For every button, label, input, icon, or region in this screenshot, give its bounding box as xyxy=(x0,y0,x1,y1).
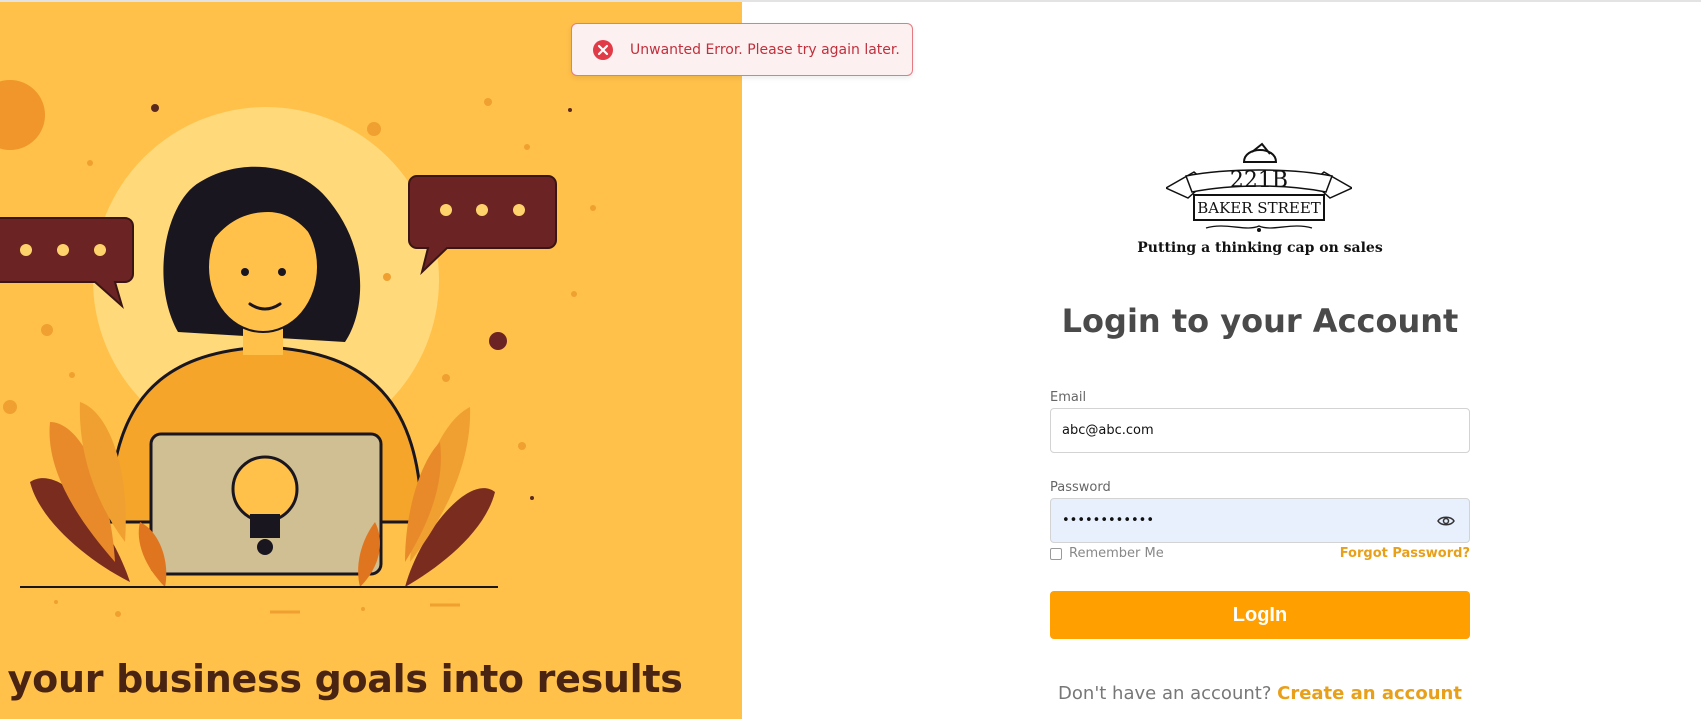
eye-icon[interactable] xyxy=(1437,512,1455,530)
login-button[interactable]: LogIn xyxy=(1050,591,1470,639)
email-value: abc@abc.com xyxy=(1062,423,1154,438)
page-title: Login to your Account xyxy=(1061,302,1459,340)
error-message: Unwanted Error. Please try again later. xyxy=(630,41,900,58)
signup-row: Don't have an account? Create an account xyxy=(1000,683,1520,704)
svg-text:221B: 221B xyxy=(1230,168,1288,193)
brand-subtitle: Putting a thinking cap on sales xyxy=(1137,240,1383,256)
remember-me[interactable]: Remember Me xyxy=(1050,546,1164,561)
email-field[interactable]: abc@abc.com xyxy=(1050,408,1470,453)
hero-illustration xyxy=(0,80,596,617)
remember-label: Remember Me xyxy=(1069,546,1164,561)
password-label: Password xyxy=(1050,480,1111,495)
hero-panel: n your business goals into results xyxy=(0,2,742,719)
create-account-link[interactable]: Create an account xyxy=(1277,683,1462,704)
forgot-password-link[interactable]: Forgot Password? xyxy=(1300,546,1470,561)
remember-checkbox[interactable] xyxy=(1050,547,1062,560)
error-circle-icon xyxy=(593,39,613,60)
brand-logo: 221B BAKER STREET xyxy=(1166,142,1352,232)
svg-text:BAKER STREET: BAKER STREET xyxy=(1197,199,1321,217)
signup-prompt: Don't have an account? xyxy=(1058,683,1272,704)
password-value: •••••••••••• xyxy=(1062,513,1155,528)
hero-tagline: n your business goals into results xyxy=(0,657,683,701)
email-label: Email xyxy=(1050,390,1087,405)
password-field[interactable]: •••••••••••• xyxy=(1050,498,1470,543)
error-toast: Unwanted Error. Please try again later. xyxy=(571,23,913,76)
